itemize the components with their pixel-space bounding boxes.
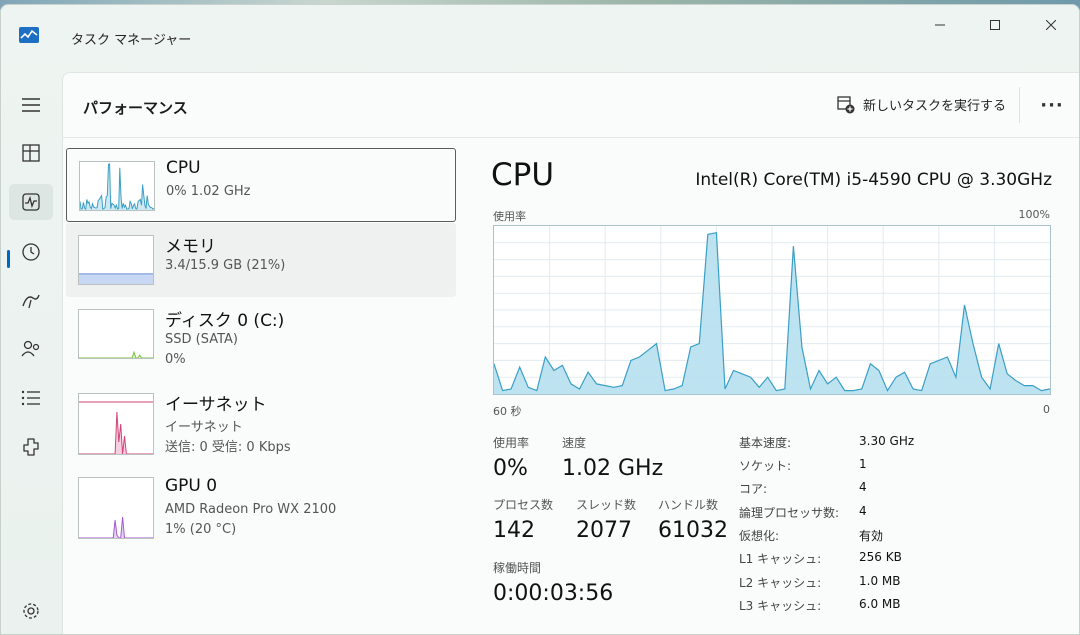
nav-settings[interactable] [9, 593, 53, 629]
graph-x-right-label: 0 [1043, 403, 1050, 416]
minimize-button[interactable] [918, 13, 962, 37]
details-icon [21, 390, 40, 406]
startup-icon [22, 294, 40, 309]
maximize-button[interactable] [973, 13, 1017, 37]
minimize-icon [935, 24, 945, 26]
processes-label: プロセス数 [493, 498, 554, 512]
usage-label: 使用率 [493, 436, 530, 450]
graph-y-label: 使用率 [493, 210, 526, 223]
threads-label: スレッド数 [576, 498, 637, 512]
device-name: CPU [166, 158, 201, 178]
nav-processes[interactable] [9, 135, 53, 171]
spec-key: 仮想化: [739, 529, 780, 543]
menu-button[interactable] [9, 87, 53, 123]
device-detail: 送信: 0 受信: 0 Kbps [165, 440, 291, 455]
thumbnail-area [79, 273, 153, 284]
task-manager-window: タスク マネージャー パフォーマンス 新しいタスクを実行する ··· CPU 0… [0, 4, 1080, 635]
cpu-model-name: Intel(R) Core(TM) i5-4590 CPU @ 3.30GHz [695, 170, 1052, 190]
navigation-rail [1, 67, 61, 634]
device-subtitle: AMD Radeon Pro WX 2100 [165, 502, 337, 517]
device-detail: 0% [165, 352, 186, 367]
speed-value: 1.02 GHz [562, 456, 664, 481]
spec-value: 4 [859, 480, 867, 494]
device-subtitle: 0% 1.02 GHz [166, 184, 251, 199]
device-memory[interactable]: メモリ 3.4/15.9 GB (21%) [66, 223, 456, 297]
device-name: GPU 0 [165, 476, 218, 496]
device-cpu[interactable]: CPU 0% 1.02 GHz [66, 148, 456, 222]
device-subtitle: SSD (SATA) [165, 332, 238, 347]
more-options-button[interactable]: ··· [1035, 91, 1069, 119]
spec-value: 256 KB [859, 550, 902, 564]
uptime-label: 稼働時間 [493, 561, 542, 575]
handles-value: 61032 [658, 518, 728, 543]
spec-value: 3.30 GHz [859, 434, 915, 448]
task-manager-app-icon [19, 27, 39, 43]
spec-key: L2 キャッシュ: [739, 576, 822, 590]
close-button[interactable] [1029, 13, 1073, 37]
device-ethernet[interactable]: イーサネット イーサネット 送信: 0 受信: 0 Kbps [66, 381, 456, 455]
users-icon [21, 340, 40, 357]
close-icon [1046, 20, 1056, 30]
spec-value: 1 [859, 457, 867, 471]
menu-icon [22, 98, 40, 112]
nav-app-history[interactable] [9, 234, 53, 270]
processes-icon [22, 144, 40, 162]
run-task-label: 新しいタスクを実行する [863, 99, 1007, 114]
device-detail: 1% (20 °C) [165, 522, 237, 537]
uptime-value: 0:00:03:56 [493, 581, 614, 606]
window-title: タスク マネージャー [71, 33, 192, 48]
detail-title: CPU [491, 157, 555, 193]
usage-value: 0% [493, 456, 528, 481]
spec-key: L1 キャッシュ: [739, 552, 822, 566]
spec-value: 6.0 MB [859, 597, 901, 611]
memory-thumbnail-graph [78, 235, 154, 285]
spec-key: L3 キャッシュ: [739, 599, 822, 613]
processes-value: 142 [493, 518, 535, 543]
nav-startup-apps[interactable] [9, 283, 53, 319]
run-task-icon [837, 95, 855, 113]
header-divider [1019, 87, 1020, 123]
gpu-thumbnail-graph [78, 477, 154, 539]
nav-details[interactable] [9, 380, 53, 416]
thumbnail-line [79, 350, 153, 358]
graph-y-max-label: 100% [1018, 208, 1050, 221]
device-gpu-0[interactable]: GPU 0 AMD Radeon Pro WX 2100 1% (20 °C) [66, 467, 456, 541]
device-subtitle: イーサネット [165, 420, 243, 435]
spec-value: 有効 [859, 529, 884, 543]
nav-performance[interactable] [9, 184, 53, 220]
spec-key: ソケット: [739, 459, 792, 473]
title-bar[interactable]: タスク マネージャー [1, 5, 1079, 67]
main-content: パフォーマンス 新しいタスクを実行する ··· CPU 0% 1.02 GHz … [62, 72, 1079, 634]
handles-label: ハンドル数 [658, 498, 719, 512]
spec-key: コア: [739, 482, 768, 496]
ethernet-thumbnail-graph [78, 393, 154, 455]
speed-label: 速度 [562, 436, 587, 450]
app-history-icon [22, 243, 40, 261]
device-name: ディスク 0 (C:) [165, 311, 285, 331]
services-icon [23, 438, 39, 456]
thumbnail-area [79, 352, 153, 358]
page-header: パフォーマンス 新しいタスクを実行する ··· [63, 73, 1079, 138]
nav-services[interactable] [9, 429, 53, 465]
device-disk-0[interactable]: ディスク 0 (C:) SSD (SATA) 0% [66, 297, 456, 371]
run-new-task-button[interactable]: 新しいタスクを実行する [837, 95, 1006, 114]
performance-icon [22, 193, 40, 211]
spec-value: 1.0 MB [859, 574, 901, 588]
graph-x-left-label: 60 秒 [493, 405, 522, 418]
disk-thumbnail-graph [78, 309, 154, 359]
cpu-thumbnail-graph [79, 161, 155, 211]
device-name: イーサネット [165, 395, 267, 415]
threads-value: 2077 [576, 518, 632, 543]
nav-users[interactable] [9, 331, 53, 367]
spec-key: 論理プロセッサ数: [739, 506, 840, 520]
settings-icon [23, 603, 39, 619]
cpu-usage-graph [493, 225, 1051, 395]
spec-value: 4 [859, 504, 867, 518]
spec-key: 基本速度: [739, 436, 792, 450]
device-subtitle: 3.4/15.9 GB (21%) [165, 258, 286, 273]
more-icon: ··· [1040, 94, 1064, 116]
page-title: パフォーマンス [83, 99, 188, 117]
maximize-icon [990, 20, 1000, 30]
device-name: メモリ [165, 237, 216, 257]
